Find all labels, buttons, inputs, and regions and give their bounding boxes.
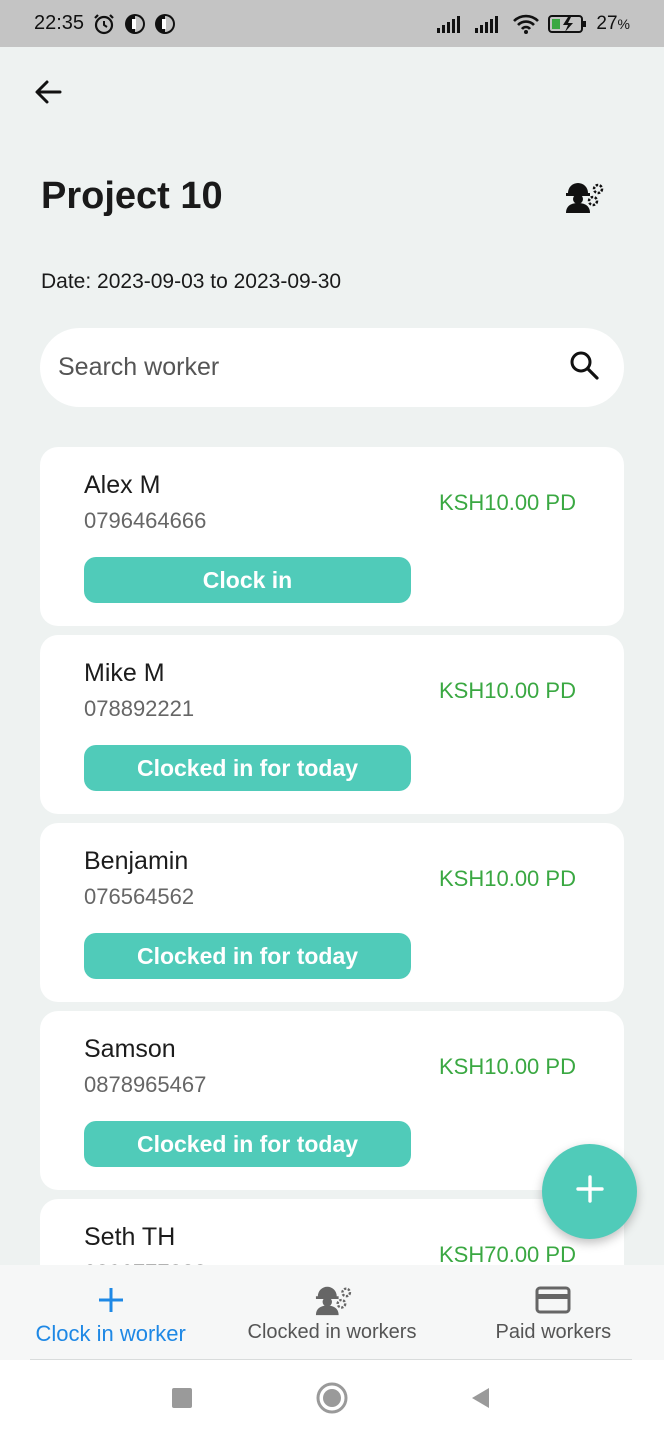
worker-card[interactable]: Alex M 0796464666 KSH10.00 PD Clock in xyxy=(40,447,624,626)
alarm-icon xyxy=(92,12,116,36)
worker-phone: 0878965467 xyxy=(84,1072,207,1097)
clock-in-button[interactable]: Clock in xyxy=(84,557,411,603)
nav-clock-in-worker[interactable]: Clock in worker xyxy=(0,1265,221,1360)
manage-workers-button[interactable] xyxy=(560,176,606,222)
triangle-back-icon xyxy=(469,1386,491,1415)
worker-card[interactable]: Seth TH 0896777888 KSH70.00 PD xyxy=(40,1199,624,1265)
plus-icon xyxy=(575,1174,605,1209)
worker-phone: 076564562 xyxy=(84,884,195,909)
signal-icon xyxy=(436,14,466,34)
worker-settings-icon xyxy=(562,179,604,220)
page-title: Project 10 xyxy=(41,175,223,217)
nav-label: Clocked in workers xyxy=(247,1321,417,1343)
system-navigation-bar xyxy=(0,1360,664,1440)
recent-apps-button[interactable] xyxy=(166,1384,198,1416)
worker-name: Samson xyxy=(84,1035,176,1063)
square-icon xyxy=(171,1387,193,1414)
nav-label: Paid workers xyxy=(495,1321,612,1343)
back-nav-button[interactable] xyxy=(464,1384,496,1416)
worker-card[interactable]: Samson 0878965467 KSH10.00 PD Clocked in… xyxy=(40,1011,624,1190)
worker-name: Alex M xyxy=(84,471,161,499)
search-bar xyxy=(40,328,624,407)
worker-name: Mike M xyxy=(84,659,165,687)
clocked-in-button[interactable]: Clocked in for today xyxy=(84,745,411,791)
worker-rate: KSH10.00 PD xyxy=(439,678,576,703)
back-button[interactable] xyxy=(28,74,68,114)
search-input[interactable] xyxy=(58,353,562,382)
plus-icon xyxy=(96,1283,126,1317)
battery-unit: % xyxy=(617,15,630,32)
status-time: 22:35 xyxy=(34,12,85,34)
circle-icon xyxy=(315,1381,349,1420)
nav-paid-workers[interactable]: Paid workers xyxy=(443,1265,664,1360)
worker-phone: 0796464666 xyxy=(84,508,207,533)
app-notification-icon-2 xyxy=(154,13,176,35)
nav-label: Clock in worker xyxy=(35,1321,186,1346)
worker-rate: KSH10.00 PD xyxy=(439,1054,576,1079)
battery-level: 27 xyxy=(596,12,618,34)
date-range: Date: 2023-09-03 to 2023-09-30 xyxy=(41,270,342,293)
worker-name: Seth TH xyxy=(84,1223,176,1251)
worker-settings-icon xyxy=(312,1283,352,1317)
battery-icon xyxy=(548,14,588,34)
worker-list[interactable]: Alex M 0796464666 KSH10.00 PD Clock in M… xyxy=(40,447,624,1265)
wifi-icon xyxy=(512,13,540,35)
nav-clocked-in-workers[interactable]: Clocked in workers xyxy=(221,1265,442,1360)
worker-phone: 078892221 xyxy=(84,696,195,721)
app-notification-icon xyxy=(124,13,146,35)
worker-rate: KSH10.00 PD xyxy=(439,490,576,515)
clocked-in-button[interactable]: Clocked in for today xyxy=(84,933,411,979)
clocked-in-button[interactable]: Clocked in for today xyxy=(84,1121,411,1167)
arrow-left-icon xyxy=(32,76,64,113)
credit-card-icon xyxy=(535,1283,571,1317)
search-button[interactable] xyxy=(562,346,606,390)
signal-icon-2 xyxy=(474,14,504,34)
worker-card[interactable]: Mike M 078892221 KSH10.00 PD Clocked in … xyxy=(40,635,624,814)
home-button[interactable] xyxy=(314,1382,350,1418)
status-bar: 22:35 27% xyxy=(0,0,664,47)
worker-card[interactable]: Benjamin 076564562 KSH10.00 PD Clocked i… xyxy=(40,823,624,1002)
worker-rate: KSH10.00 PD xyxy=(439,866,576,891)
worker-rate: KSH70.00 PD xyxy=(439,1242,576,1265)
worker-name: Benjamin xyxy=(84,847,189,875)
add-worker-button[interactable] xyxy=(542,1144,637,1239)
search-icon xyxy=(568,349,600,386)
bottom-navigation: Clock in worker Clocked in workers Paid … xyxy=(0,1265,664,1360)
